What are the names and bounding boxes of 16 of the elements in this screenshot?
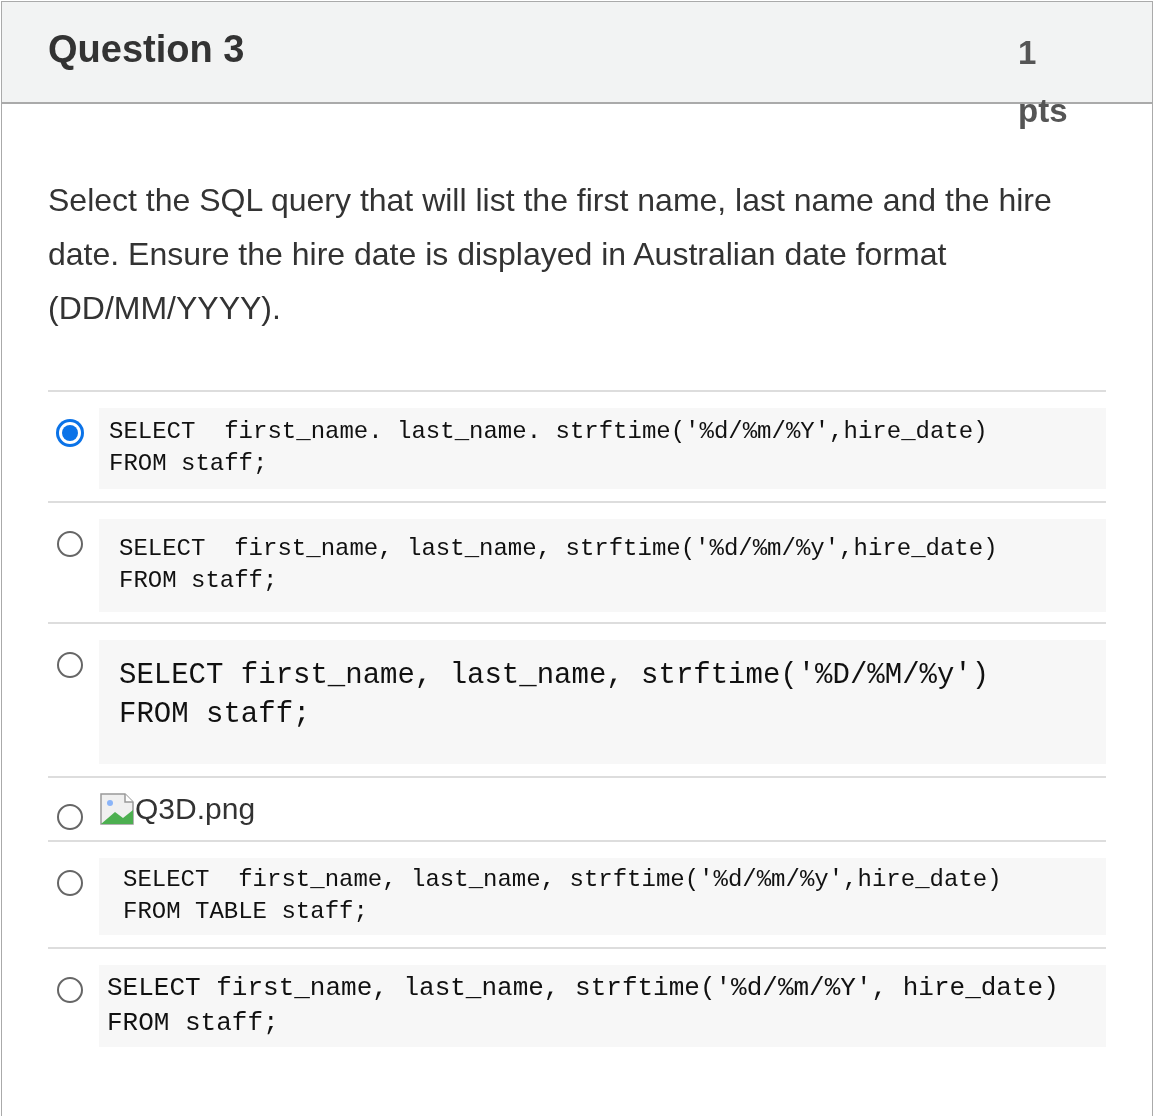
code-snippet: SELECT first_name, last_name, strftime('%d/%m/%y',hire_date) FROM TABLE staff; [99, 857, 1106, 935]
code-snippet: SELECT first_name, last_name, strftime('%d/%m/%Y', hire_date) FROM staff; [99, 964, 1106, 1047]
radio-button[interactable] [57, 420, 83, 446]
image-alt-text: Q3D.png [135, 791, 256, 826]
radio-button[interactable] [57, 976, 83, 1003]
code-snippet: SELECT first_name, last_name, strftime('%d/%m/%y',hire_date) FROM staff; [99, 518, 1106, 612]
radio-button[interactable] [57, 869, 83, 896]
broken-image-icon [99, 791, 135, 826]
code-snippet: SELECT first_name, last_name, strftime('%D/%M/%y') FROM staff; [99, 639, 1106, 764]
radio-button[interactable] [57, 530, 83, 557]
question-text: Select the SQL query that will list the first name, last name and the hire date. Ensure the hire date is displayed in Australian date format (DD/MM/YYYY). [48, 181, 1053, 328]
radio-button[interactable] [57, 651, 83, 678]
question-title: Question 3 [48, 28, 245, 71]
points-label: 1 pts [1018, 33, 1069, 131]
code-snippet: SELECT first_name. last_name. strftime('%d/%m/%Y',hire_date) FROM staff; [99, 408, 1106, 489]
radio-button[interactable] [57, 803, 83, 830]
